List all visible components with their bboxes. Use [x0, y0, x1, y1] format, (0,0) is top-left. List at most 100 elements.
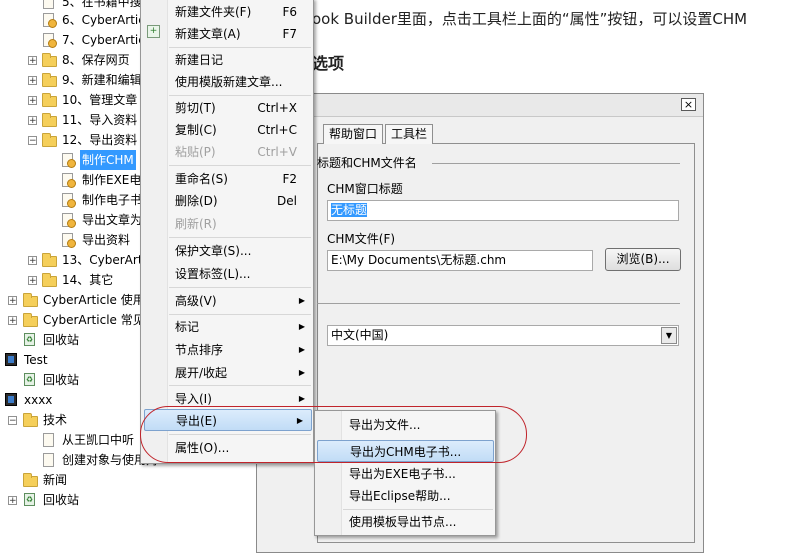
- chm-file-input[interactable]: E:\My Documents\无标题.chm: [327, 250, 593, 271]
- gear-icon: [48, 39, 57, 48]
- menu-item-label: 使用模版新建文章...: [175, 75, 283, 89]
- dialog-titlebar[interactable]: [257, 94, 703, 117]
- book-icon: [5, 393, 17, 406]
- gear-icon: [67, 239, 76, 248]
- folder-icon: [42, 93, 57, 107]
- menu-separator: [169, 385, 311, 386]
- tree-row[interactable]: 6、CyberArtic: [0, 10, 145, 30]
- tab-toolbar[interactable]: 工具栏: [385, 124, 434, 144]
- menu-item-label: 节点排序: [175, 343, 224, 357]
- tree-row-label: 11、导入资料: [62, 113, 138, 127]
- dropdown-arrow-icon[interactable]: ▼: [661, 327, 677, 344]
- browse-button[interactable]: 浏览(B)...: [605, 248, 681, 271]
- tree-row[interactable]: 新闻: [0, 470, 140, 490]
- tree-row[interactable]: + 8、保存网页: [0, 50, 140, 70]
- tab-help-window[interactable]: 帮助窗口: [323, 124, 384, 144]
- tree-row[interactable]: + 13、CyberArt: [0, 250, 143, 270]
- menu-item-shortcut: F6: [282, 5, 297, 19]
- tree-row[interactable]: 从王凯口中听: [0, 430, 150, 450]
- tree-row[interactable]: 导出文章为: [0, 210, 142, 230]
- expand-icon[interactable]: +: [28, 96, 37, 106]
- menu-item-rename[interactable]: 重命名(S) F2: [167, 168, 313, 190]
- expand-icon[interactable]: +: [8, 496, 17, 506]
- tree-row[interactable]: 制作CHM: [0, 150, 140, 170]
- menu-item-label: 展开/收起: [175, 366, 228, 380]
- menu-item-new-diary[interactable]: 新建日记: [167, 49, 313, 71]
- tree-row-label: 制作CHM: [80, 150, 136, 170]
- menu-item-label: 高级(V): [175, 294, 217, 308]
- folder-icon: [42, 273, 57, 287]
- tree-row[interactable]: ♻ 回收站: [0, 370, 140, 390]
- tree-row[interactable]: + 9、新建和编辑: [0, 70, 142, 90]
- tree-row-label: 14、其它: [62, 273, 114, 287]
- folder-open-icon: [23, 413, 38, 427]
- menu-item-copy[interactable]: 复制(C) Ctrl+C: [167, 119, 313, 141]
- menu-item-shortcut: Ctrl+V: [257, 145, 297, 159]
- tree-row-label: 9、新建和编辑: [62, 73, 142, 87]
- article-text: ook Builder里面，点击工具栏上面的“属性”按钮，可以设置CHM: [312, 10, 748, 28]
- expand-icon[interactable]: +: [28, 256, 37, 266]
- menu-item-export-with-template[interactable]: 使用模板导出节点...: [341, 511, 495, 533]
- menu-item-refresh[interactable]: 刷新(R): [167, 213, 313, 235]
- expand-icon[interactable]: +: [8, 316, 17, 326]
- tree-row[interactable]: 制作电子书: [0, 190, 142, 210]
- collapse-icon[interactable]: −: [28, 136, 37, 146]
- menu-item-delete[interactable]: 删除(D) Del: [167, 190, 313, 212]
- menu-item-protect-article[interactable]: 保护文章(S)...: [167, 240, 313, 262]
- tree-row[interactable]: + 14、其它: [0, 270, 140, 290]
- tree-row[interactable]: ♻ 回收站: [0, 330, 140, 350]
- tree-row[interactable]: 7、CyberArtic: [0, 30, 145, 50]
- menu-item-new-from-template[interactable]: 使用模版新建文章...: [167, 71, 313, 93]
- tree-row[interactable]: + ♻ 回收站: [0, 490, 140, 510]
- menu-item-label: 剪切(T): [175, 101, 216, 115]
- tree-row[interactable]: + 11、导入资料: [0, 110, 140, 130]
- menu-item-new-article[interactable]: 新建文章(A) F7: [167, 23, 313, 45]
- menu-item-sort-nodes[interactable]: 节点排序 ▶: [167, 339, 313, 361]
- expand-icon[interactable]: +: [28, 116, 37, 126]
- tree-row-label: 回收站: [43, 373, 80, 387]
- expand-icon[interactable]: +: [28, 56, 37, 66]
- chm-title-input[interactable]: 无标题: [327, 200, 679, 221]
- menu-item-set-tags[interactable]: 设置标签(L)...: [167, 263, 313, 285]
- menu-item-shortcut: Ctrl+C: [257, 123, 297, 137]
- tree-row[interactable]: 创建对象与使用对: [0, 450, 158, 470]
- menu-item-mark[interactable]: 标记 ▶: [167, 316, 313, 338]
- submenu-arrow-icon: ▶: [298, 345, 305, 354]
- group-divider: [317, 303, 680, 304]
- menu-item-label: 粘贴(P): [175, 145, 216, 159]
- expand-icon[interactable]: +: [28, 76, 37, 86]
- menu-item-new-folder[interactable]: 新建文件夹(F) F6: [167, 1, 313, 23]
- tree-row-label: 导出资料: [82, 233, 131, 247]
- language-select[interactable]: 中文(中国) ▼: [327, 325, 679, 346]
- expand-icon[interactable]: +: [8, 296, 17, 306]
- tree-row[interactable]: 导出资料: [0, 230, 140, 250]
- book-icon: [5, 353, 17, 366]
- menu-item-advanced[interactable]: 高级(V) ▶: [167, 290, 313, 312]
- tree-row[interactable]: + CyberArticle 使用: [0, 290, 150, 310]
- submenu-arrow-icon: ▶: [298, 368, 305, 377]
- menu-item-expand-collapse[interactable]: 展开/收起 ▶: [167, 362, 313, 384]
- menu-item-export-eclipse[interactable]: 导出Eclipse帮助...: [341, 485, 495, 507]
- article-heading: 选项: [312, 54, 345, 73]
- menu-item-cut[interactable]: 剪切(T) Ctrl+X: [167, 97, 313, 119]
- menu-item-label: 新建日记: [175, 53, 224, 67]
- collapse-icon[interactable]: −: [8, 416, 17, 426]
- folder-icon: [23, 473, 38, 487]
- tree-row[interactable]: + 10、管理文章: [0, 90, 140, 110]
- tree-row[interactable]: + CyberArticle 常见: [0, 310, 150, 330]
- tree-row-label: Test: [24, 353, 48, 367]
- gear-icon: [67, 179, 76, 188]
- close-icon[interactable]: ×: [681, 98, 696, 111]
- article-icon: [43, 433, 54, 447]
- tree-row[interactable]: xxxx: [0, 390, 140, 410]
- menu-item-shortcut: F2: [282, 172, 297, 186]
- expand-icon[interactable]: +: [28, 276, 37, 286]
- new-article-icon: +: [147, 25, 160, 38]
- tree-row[interactable]: 制作EXE电: [0, 170, 141, 190]
- tree-row-label: 技术: [43, 413, 68, 427]
- tree-row[interactable]: − 技术: [0, 410, 140, 430]
- menu-item-export-exe[interactable]: 导出为EXE电子书...: [341, 463, 495, 485]
- menu-item-paste[interactable]: 粘贴(P) Ctrl+V: [167, 141, 313, 163]
- tree-row[interactable]: Test: [0, 350, 140, 370]
- tree-row[interactable]: − 12、导出资料: [0, 130, 140, 150]
